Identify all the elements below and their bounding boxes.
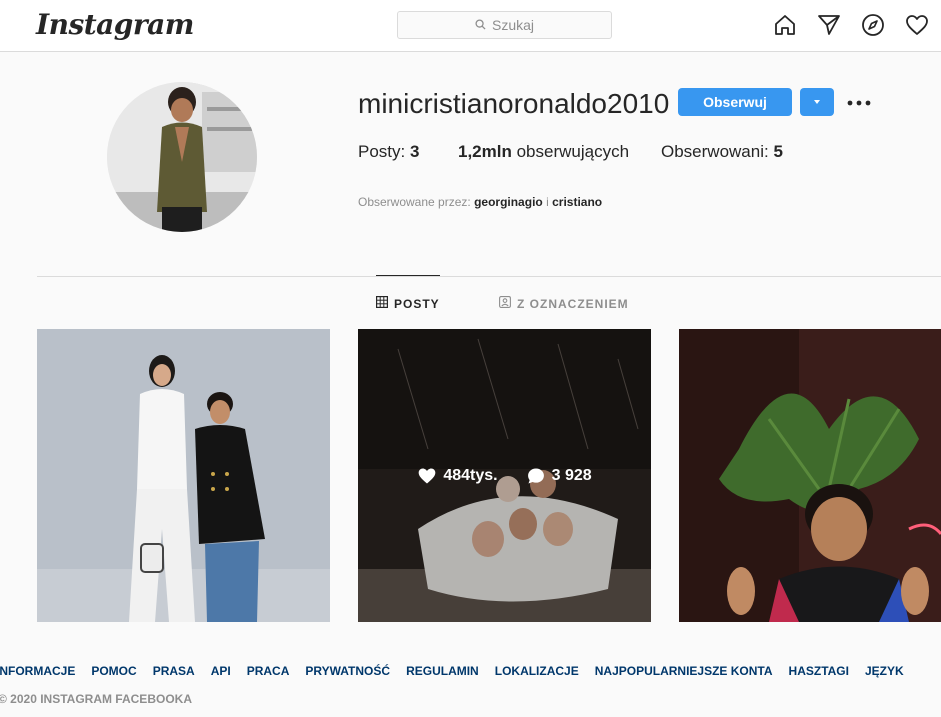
followers-count: 1,2mln — [458, 142, 512, 161]
likes-stat: 484tys. — [417, 466, 498, 486]
tab-posts[interactable]: POSTY — [376, 296, 440, 311]
footer-link-terms[interactable]: REGULAMIN — [406, 664, 479, 678]
post-thumbnail[interactable] — [679, 329, 941, 622]
direct-icon[interactable] — [817, 13, 841, 37]
footer-link-api[interactable]: API — [211, 664, 231, 678]
footer-link-top-accounts[interactable]: NAJPOPULARNIEJSZE KONTA — [595, 664, 773, 678]
footer-link-jobs[interactable]: PRACA — [247, 664, 290, 678]
followed-by-user-link[interactable]: georginagio — [474, 195, 543, 209]
top-navigation-bar: Instagram Szukaj — [0, 0, 941, 52]
footer-links: INFORMACJE POMOC PRASA API PRACA PRYWATN… — [0, 664, 904, 678]
post-image — [37, 329, 330, 622]
grid-icon — [376, 296, 389, 311]
followed-by-separator: i — [546, 195, 549, 209]
footer-link-privacy[interactable]: PRYWATNOŚĆ — [305, 664, 390, 678]
tagged-icon — [499, 296, 511, 311]
follow-button[interactable]: Obserwuj — [678, 88, 792, 116]
active-tab-indicator — [376, 275, 440, 276]
post-thumbnail[interactable]: 484tys. 3 928 — [358, 329, 651, 622]
posts-count: 3 — [409, 142, 420, 161]
post-image — [679, 329, 941, 622]
search-input[interactable]: Szukaj — [397, 11, 612, 39]
followed-by-text: Obserwowane przez: georginagio i cristia… — [358, 195, 602, 209]
home-icon[interactable] — [773, 13, 797, 37]
followers-label: obserwujących — [516, 142, 630, 161]
more-options-button[interactable] — [846, 90, 872, 114]
likes-count: 484tys. — [443, 466, 498, 484]
tab-label: Z OZNACZENIEM — [517, 296, 629, 311]
posts-label: Posty: — [358, 142, 406, 161]
followed-by-label: Obserwowane przez: — [358, 195, 471, 209]
tabs-divider — [37, 276, 941, 277]
instagram-logo[interactable]: Instagram — [36, 8, 194, 41]
suggested-accounts-dropdown-button[interactable] — [800, 88, 834, 116]
profile-username: minicristianoronaldo2010 — [358, 88, 670, 119]
footer-link-language[interactable]: JĘZYK — [865, 664, 904, 678]
posts-stat: Posty: 3 — [358, 142, 419, 162]
footer-link-hashtags[interactable]: HASZTAGI — [789, 664, 849, 678]
post-hover-overlay: 484tys. 3 928 — [358, 329, 651, 622]
comments-count: 3 928 — [551, 466, 592, 484]
search-icon — [475, 17, 486, 33]
footer-link-help[interactable]: POMOC — [91, 664, 136, 678]
followers-stat[interactable]: 1,2mln obserwujących — [458, 142, 629, 162]
footer-link-about[interactable]: INFORMACJE — [0, 664, 75, 678]
explore-icon[interactable] — [861, 13, 885, 37]
heart-icon — [417, 466, 437, 486]
post-thumbnail[interactable] — [37, 329, 330, 622]
footer-link-locations[interactable]: LOKALIZACJE — [495, 664, 579, 678]
profile-avatar[interactable] — [107, 82, 257, 232]
footer-link-press[interactable]: PRASA — [153, 664, 195, 678]
followed-by-user-link[interactable]: cristiano — [552, 195, 602, 209]
search-placeholder: Szukaj — [491, 17, 535, 33]
activity-heart-icon[interactable] — [905, 13, 929, 37]
comments-stat: 3 928 — [526, 466, 592, 486]
following-stat[interactable]: Obserwowani: 5 — [661, 142, 783, 162]
tab-tagged[interactable]: Z OZNACZENIEM — [499, 296, 629, 311]
more-dots-icon — [847, 93, 871, 111]
caret-down-icon — [812, 93, 822, 111]
following-count: 5 — [773, 142, 783, 161]
tab-label: POSTY — [394, 296, 440, 311]
following-label: Obserwowani: — [661, 142, 769, 161]
copyright-text: © 2020 INSTAGRAM FACEBOOKA — [0, 692, 192, 706]
comment-icon — [526, 466, 546, 486]
